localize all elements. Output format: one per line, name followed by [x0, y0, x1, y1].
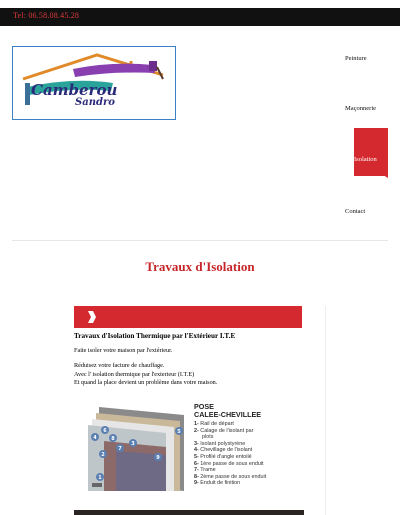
header-divider: [12, 240, 388, 241]
legend-item: 7- Trame: [194, 467, 216, 474]
legend-item: 5- Profilé d'angle entoilé: [194, 453, 252, 460]
top-bar: Tel: 06.58.08.45.28: [0, 8, 400, 26]
legend-item: plots: [202, 434, 214, 441]
legend-item: 6- 1ère passe de sous enduit: [194, 460, 264, 467]
active-indicator-icon: [378, 172, 388, 178]
logo-graphic: Camberou Sandro: [22, 53, 164, 108]
marker-label: 2: [101, 452, 105, 458]
description-text: Réduisez votre facture de chauffage. Ave…: [74, 362, 314, 388]
marker-label: 9: [156, 455, 160, 461]
nav-item-label[interactable]: Isolation: [354, 156, 377, 163]
nav-item-contact[interactable]: Contact: [345, 208, 390, 215]
marker-label: 5: [177, 429, 181, 435]
marker-label: 6: [103, 428, 107, 434]
nav-item-maconnerie[interactable]: Maçonnerie: [345, 105, 390, 112]
next-image-preview: [74, 510, 304, 515]
nav-item-isolation[interactable]: Isolation: [354, 128, 388, 178]
section-heading: Travaux d'Isolation Thermique par l'Exté…: [74, 332, 236, 340]
legend-item: 8- 2ème passe de sous enduit: [194, 473, 267, 480]
logo-text-line2: Sandro: [75, 97, 115, 108]
marker-label: 7: [118, 446, 122, 452]
legend-item: 1- Rail de départ: [194, 421, 234, 427]
marker-label: 1: [98, 475, 102, 481]
description-line: Réduisez votre facture de chauffage.: [74, 362, 165, 369]
nav-item-label[interactable]: Peinture: [345, 55, 367, 62]
description-line: Et quand la place devient un problème da…: [74, 379, 218, 386]
marker-label: 8: [111, 436, 115, 442]
legend-item: 4- Chevillage de l'isolant: [194, 447, 253, 454]
page-title: Travaux d'Isolation: [145, 259, 255, 274]
legend-item: 3- Isolant polystyrène: [194, 440, 246, 447]
nav-item-label[interactable]: Maçonnerie: [345, 105, 376, 112]
marker-label: 3: [131, 441, 135, 447]
nav-item-label[interactable]: Contact: [345, 208, 365, 215]
wall-layers-illustration: 1 2 3 4 5 6 7 8 9: [88, 407, 184, 491]
chevron-right-icon: [88, 311, 96, 323]
diagram-title-line2: CALEE-CHEVILLEE: [194, 409, 262, 419]
insulation-diagram: 1 2 3 4 5 6 7 8 9 POSE CALEE-CHEVILLEE 1…: [74, 403, 304, 511]
legend-item: 2- Calage de l'isolant par: [194, 427, 254, 434]
section-banner: [74, 306, 302, 328]
diagram-legend: POSE CALEE-CHEVILLEE 1- Rail de départ 2…: [194, 403, 266, 487]
nav-item-peinture[interactable]: Peinture: [345, 55, 390, 62]
legend-item: 9- Enduit de finition: [194, 480, 241, 487]
logo[interactable]: Camberou Sandro: [12, 46, 176, 120]
intro-text: Faite isoler votre maison par l'extérieu…: [74, 347, 173, 354]
marker-label: 4: [93, 435, 97, 441]
column-divider: [325, 306, 326, 515]
description-line: Avec l' isolation thermique par l'exteri…: [74, 370, 195, 378]
phone-number[interactable]: Tel: 06.58.08.45.28: [13, 11, 79, 20]
